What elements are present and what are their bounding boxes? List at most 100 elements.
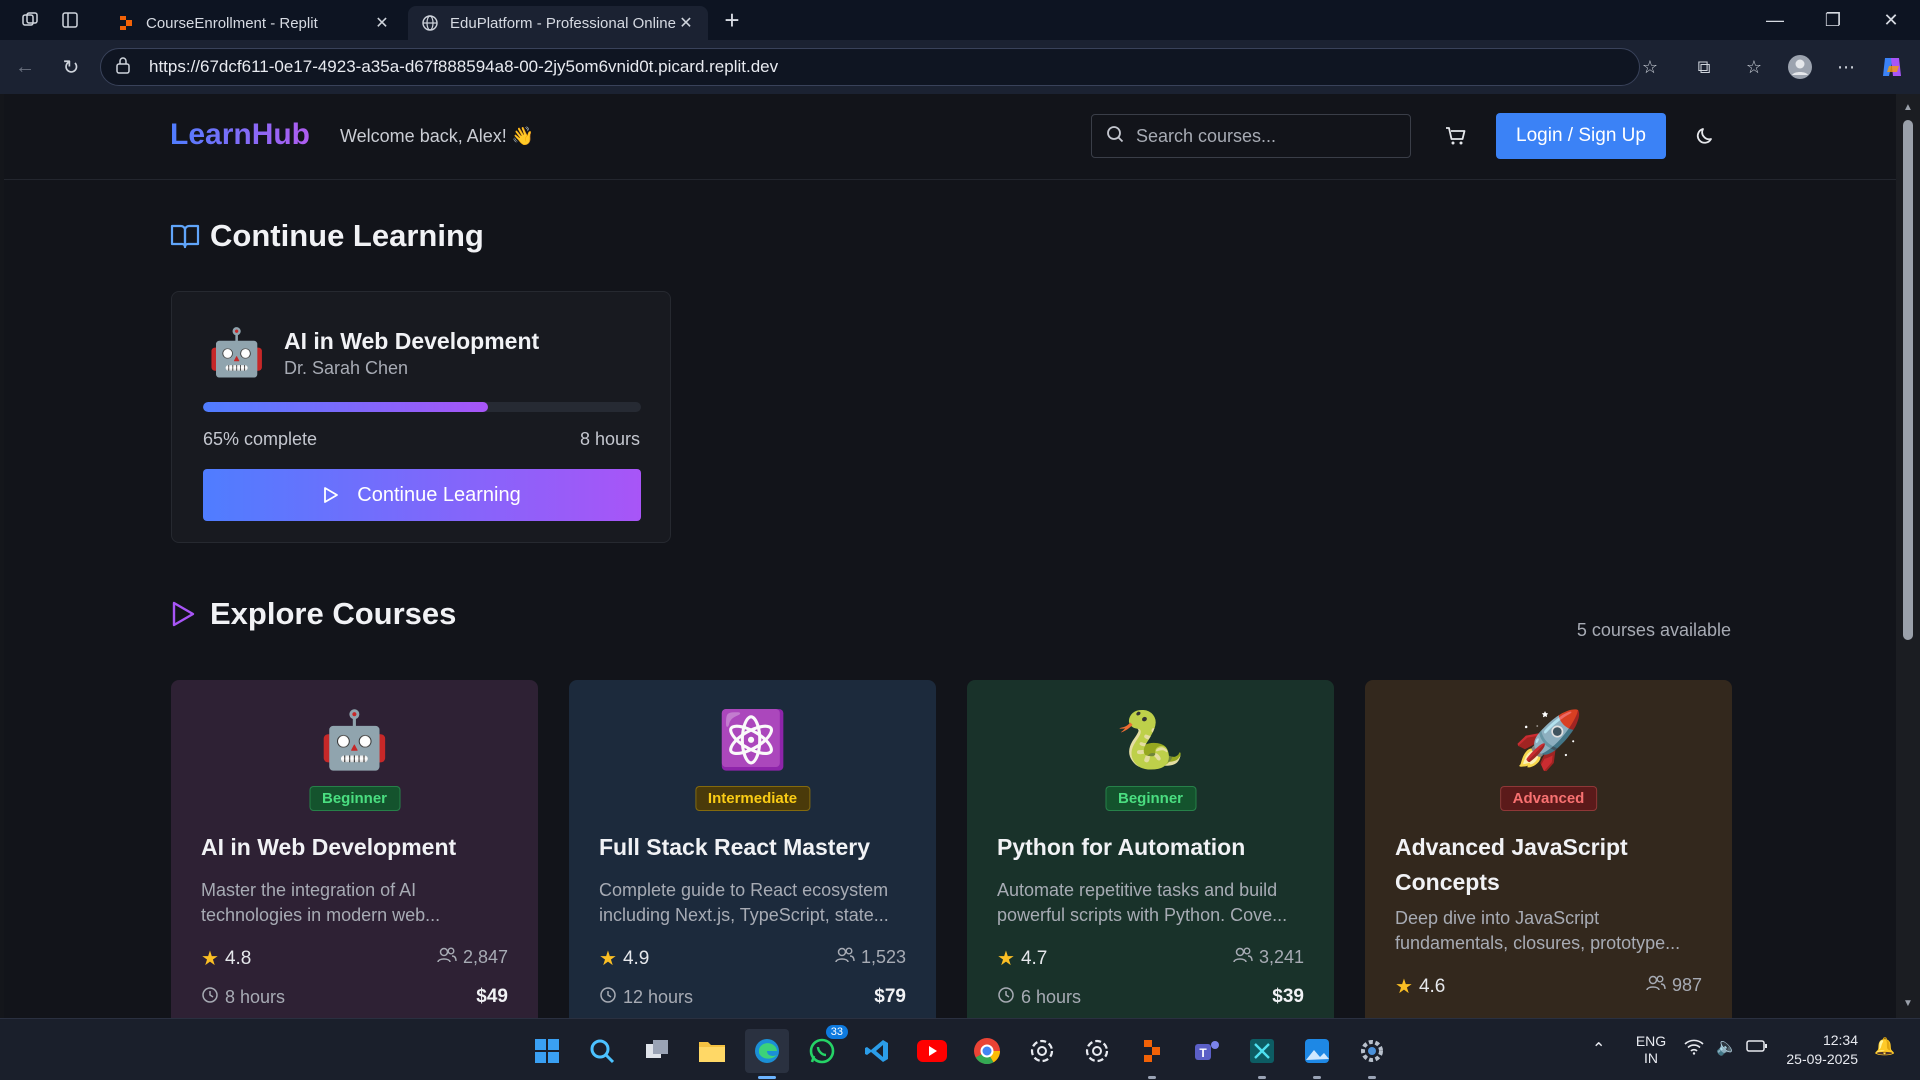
task-view-icon[interactable] — [635, 1029, 679, 1073]
cart-icon[interactable] — [1442, 122, 1470, 150]
course-title: AI in Web Development — [284, 328, 540, 354]
url-field[interactable]: https://67dcf611-0e17-4923-a35a-d67f8885… — [100, 48, 1640, 86]
chatgpt-2-icon[interactable] — [1075, 1029, 1119, 1073]
extensions-icon[interactable]: ⧉ — [1684, 48, 1724, 86]
course-rating: ★ 4.6 — [1395, 974, 1445, 999]
course-duration: 12 hours — [599, 986, 693, 1009]
search-icon[interactable] — [580, 1029, 624, 1073]
course-price: $39 — [1272, 986, 1304, 1007]
photos-icon[interactable] — [1295, 1029, 1339, 1079]
course-description: Master the integration of AI technologie… — [201, 880, 441, 925]
teams-icon[interactable]: T — [1185, 1029, 1229, 1073]
level-badge: Beginner — [1104, 786, 1197, 811]
search-input[interactable] — [1136, 125, 1396, 147]
settings-icon[interactable] — [1350, 1029, 1394, 1079]
continue-learning-card: 🤖 AI in Web Development Dr. Sarah Chen 6… — [171, 291, 671, 543]
volume-icon[interactable]: 🔈 — [1716, 1037, 1737, 1057]
close-icon[interactable]: ✕ — [676, 13, 696, 33]
notification-badge: 33 — [825, 1025, 848, 1039]
close-icon[interactable]: ✕ — [372, 13, 392, 33]
section-title: Explore Courses — [210, 596, 457, 631]
course-search — [1091, 114, 1411, 158]
course-card[interactable]: 🤖 Beginner AI in Web Development Master the… — [171, 680, 538, 1018]
scroll-up-icon[interactable]: ▲ — [1902, 102, 1914, 113]
minimize-icon[interactable]: — — [1746, 0, 1804, 40]
new-tab-button[interactable]: + — [714, 2, 750, 38]
youtube-icon[interactable] — [910, 1029, 954, 1073]
course-duration: 8 hours — [201, 986, 285, 1009]
tab-eduplatform[interactable]: EduPlatform - Professional Online ✕ — [408, 6, 708, 40]
edge-icon[interactable] — [745, 1029, 789, 1079]
running-indicator — [1148, 1076, 1156, 1079]
profile-avatar-icon[interactable] — [1780, 48, 1820, 86]
rating-value: 4.9 — [622, 947, 650, 969]
course-emoji-icon: 🐍 — [1115, 708, 1186, 771]
whatsapp-icon[interactable]: 33 — [800, 1025, 848, 1073]
chevron-up-icon[interactable]: ⌃ — [1592, 1039, 1605, 1059]
login-signup-button[interactable]: Login / Sign Up — [1496, 113, 1666, 159]
progress-fill — [203, 402, 488, 412]
course-title[interactable]: AI in Web Development — [201, 830, 508, 865]
lang-line2: IN — [1644, 1050, 1658, 1066]
progress-bar — [203, 402, 641, 412]
notification-bell-icon[interactable]: 🔔 — [1874, 1037, 1895, 1057]
favorites-icon[interactable]: ☆ — [1734, 48, 1774, 86]
back-icon[interactable]: ← — [2, 44, 48, 90]
favorite-star-icon[interactable]: ☆ — [1630, 48, 1670, 86]
students-value: 1,523 — [860, 947, 906, 967]
course-card[interactable]: 🐍 Beginner Python for Automation Automate r… — [967, 680, 1334, 1018]
tab-course-enrollment[interactable]: CourseEnrollment - Replit ✕ — [104, 6, 404, 40]
course-hours: 8 hours — [579, 429, 640, 449]
refresh-icon[interactable]: ↻ — [48, 44, 94, 90]
restore-icon[interactable]: ❐ — [1804, 0, 1862, 40]
continue-learning-heading: Continue Learning — [170, 218, 484, 254]
clock-icon — [201, 986, 225, 1009]
explore-courses-heading: Explore Courses — [170, 596, 456, 632]
chrome-icon[interactable] — [965, 1029, 1009, 1073]
replit-icon[interactable] — [1130, 1029, 1174, 1079]
svg-text:T: T — [1199, 1046, 1207, 1060]
continue-learning-button[interactable]: Continue Learning — [203, 469, 641, 521]
site-info-icon[interactable] — [115, 56, 137, 79]
chatgpt-icon[interactable] — [1020, 1029, 1064, 1073]
copilot-icon[interactable] — [1872, 48, 1912, 86]
star-icon: ★ — [201, 948, 219, 970]
course-rating: ★ 4.8 — [201, 946, 251, 971]
page-scrollbar[interactable]: ▲ ▼ — [1896, 94, 1920, 1018]
level-badge: Intermediate — [694, 786, 811, 811]
course-author: Dr. Sarah Chen — [284, 358, 409, 378]
workspaces-icon[interactable] — [10, 0, 50, 40]
windows-start-icon[interactable] — [525, 1029, 569, 1073]
level-badge: Advanced — [1499, 786, 1598, 811]
vscode-icon[interactable] — [855, 1029, 899, 1073]
running-indicator — [758, 1076, 776, 1079]
window-close-icon[interactable]: ✕ — [1862, 0, 1920, 40]
vertical-tabs-icon[interactable] — [50, 0, 90, 40]
tab-label: CourseEnrollment - Replit — [146, 14, 318, 32]
course-students: 2,847 — [437, 946, 508, 969]
course-card[interactable]: ⚛️ Intermediate Full Stack React Mastery Co… — [569, 680, 936, 1018]
clock-icon — [599, 986, 623, 1009]
course-card[interactable]: 🚀 Advanced Advanced JavaScript Concepts Dee… — [1365, 680, 1732, 1018]
running-indicator — [1258, 1076, 1266, 1079]
course-title[interactable]: Advanced JavaScript Concepts — [1395, 830, 1702, 900]
language-indicator[interactable]: ENG IN — [1630, 1033, 1672, 1067]
more-options-icon[interactable]: ⋯ — [1826, 48, 1866, 86]
scroll-thumb[interactable] — [1903, 120, 1913, 640]
site-logo[interactable]: LearnHub — [170, 118, 310, 152]
app-blue-icon[interactable] — [1240, 1029, 1284, 1079]
battery-icon[interactable] — [1746, 1039, 1768, 1056]
welcome-message: Welcome back, Alex! 👋 — [340, 126, 535, 146]
course-title[interactable]: Full Stack React Mastery — [599, 830, 906, 865]
file-explorer-icon[interactable] — [690, 1029, 734, 1073]
moon-icon[interactable] — [1692, 122, 1720, 150]
star-icon: ★ — [599, 948, 617, 970]
course-title[interactable]: Python for Automation — [997, 830, 1304, 865]
book-open-icon — [170, 221, 200, 251]
duration-value: 8 hours — [225, 987, 286, 1007]
duration-value: 6 hours — [1021, 987, 1082, 1007]
students-value: 3,241 — [1258, 947, 1304, 967]
scroll-down-icon[interactable]: ▼ — [1902, 998, 1914, 1009]
clock[interactable]: 12:34 25-09-2025 — [1782, 1031, 1858, 1069]
wifi-icon[interactable] — [1684, 1039, 1704, 1058]
